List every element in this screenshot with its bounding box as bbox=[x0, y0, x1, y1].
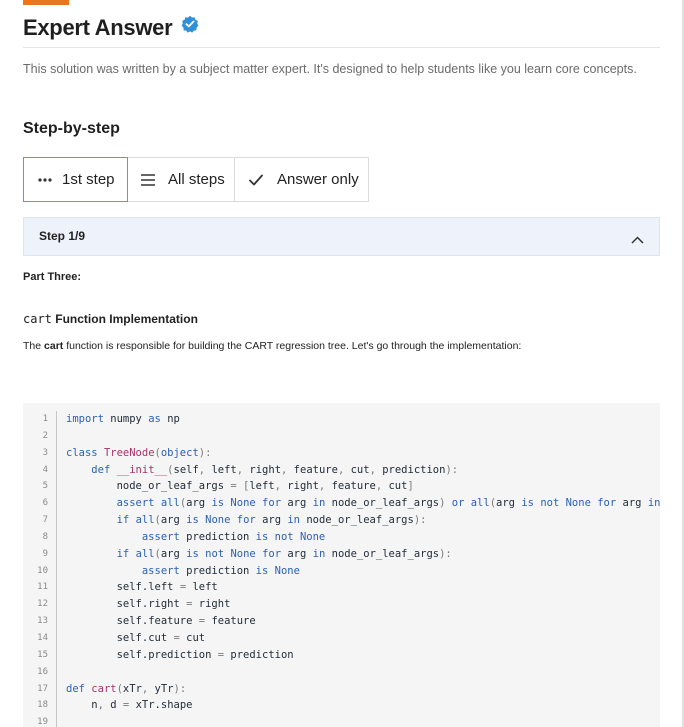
page-title: Expert Answer bbox=[23, 15, 173, 40]
line-number: 15 bbox=[37, 649, 48, 660]
heading-text: Function Implementation bbox=[55, 312, 198, 326]
step-heading: cart Function Implementation bbox=[23, 312, 198, 326]
list-icon bbox=[140, 172, 156, 188]
code-line: def cart(xTr, yTr): bbox=[66, 682, 187, 695]
line-number: 3 bbox=[42, 447, 48, 458]
code-lines: import numpy as np class TreeNode(object)… bbox=[66, 411, 660, 727]
heading-code: cart bbox=[23, 312, 52, 326]
code-line: assert prediction is None bbox=[141, 564, 300, 577]
check-icon bbox=[248, 173, 264, 187]
chevron-up-icon[interactable] bbox=[631, 231, 644, 249]
line-number: 5 bbox=[42, 481, 48, 492]
tab-1st-step-label: 1st step bbox=[62, 171, 115, 188]
part-label: Part Three: bbox=[23, 271, 82, 283]
tab-answer-only[interactable]: Answer only bbox=[235, 157, 369, 202]
top-accent-bar bbox=[23, 0, 69, 5]
code-line: import numpy as np bbox=[66, 413, 180, 425]
line-number: 7 bbox=[42, 515, 48, 526]
answer-header: Expert Answer bbox=[23, 12, 660, 48]
line-number: 2 bbox=[42, 430, 48, 441]
gutter-divider bbox=[56, 411, 57, 727]
step-view-tabs: 1st step All steps Answer only bbox=[23, 157, 369, 202]
code-line: assert prediction is not None bbox=[141, 530, 326, 543]
code-line: class TreeNode(object): bbox=[66, 446, 212, 459]
step-accordion-header[interactable]: Step 1/9 bbox=[23, 217, 660, 256]
code-line: self.left = left bbox=[116, 581, 218, 594]
intro-code: cart bbox=[44, 340, 64, 352]
code-line: self.right = right bbox=[116, 598, 231, 611]
tab-answer-only-label: Answer only bbox=[277, 171, 359, 188]
line-number: 8 bbox=[42, 531, 48, 542]
line-number: 14 bbox=[37, 632, 48, 643]
line-number: 18 bbox=[37, 700, 48, 711]
intro-after: function is responsible for building the… bbox=[63, 340, 522, 352]
code-line: node_or_leaf_args = [left, right, featur… bbox=[116, 480, 414, 493]
code-line: self.cut = cut bbox=[116, 631, 206, 644]
tab-all-steps-label: All steps bbox=[168, 171, 225, 188]
line-number: 19 bbox=[37, 717, 48, 727]
intro-before: The bbox=[23, 340, 45, 352]
code-line: def __init__(self, left, right, feature,… bbox=[91, 463, 459, 476]
line-number: 16 bbox=[37, 666, 48, 677]
code-line: if all(arg is None for arg in node_or_le… bbox=[116, 514, 427, 527]
code-block: 1 2 3 4 5 6 7 8 9 10 11 12 13 14 15 16 17 18 19 import num… bbox=[23, 403, 660, 727]
tab-all-steps[interactable]: All steps bbox=[128, 157, 235, 202]
step-label: Step 1/9 bbox=[39, 229, 86, 243]
dots-icon bbox=[38, 177, 52, 183]
tab-1st-step[interactable]: 1st step bbox=[23, 157, 128, 202]
code-line: self.feature = feature bbox=[116, 615, 256, 628]
line-number: 12 bbox=[37, 599, 48, 610]
code-line: self.prediction = prediction bbox=[116, 648, 294, 661]
solution-description: This solution was written by a subject m… bbox=[23, 62, 637, 76]
line-number: 6 bbox=[42, 498, 48, 509]
line-number: 9 bbox=[42, 548, 48, 559]
code-line: n, d = xTr.shape bbox=[91, 699, 193, 712]
line-number: 10 bbox=[37, 565, 48, 576]
code-line: assert all(arg is None for arg in node_o… bbox=[116, 497, 660, 510]
section-title: Step-by-step bbox=[23, 120, 120, 137]
line-number: 17 bbox=[37, 683, 48, 694]
step-intro: The cart function is responsible for bui… bbox=[23, 340, 521, 352]
line-number: 13 bbox=[37, 616, 48, 627]
code-line: if all(arg is not None for arg in node_o… bbox=[116, 547, 452, 560]
line-number: 11 bbox=[37, 582, 48, 593]
line-number-gutter: 1 2 3 4 5 6 7 8 9 10 11 12 13 14 15 16 17 18 19 bbox=[23, 411, 55, 727]
line-number: 4 bbox=[42, 464, 48, 475]
verified-badge-icon bbox=[181, 15, 199, 33]
line-number: 1 bbox=[42, 414, 48, 424]
